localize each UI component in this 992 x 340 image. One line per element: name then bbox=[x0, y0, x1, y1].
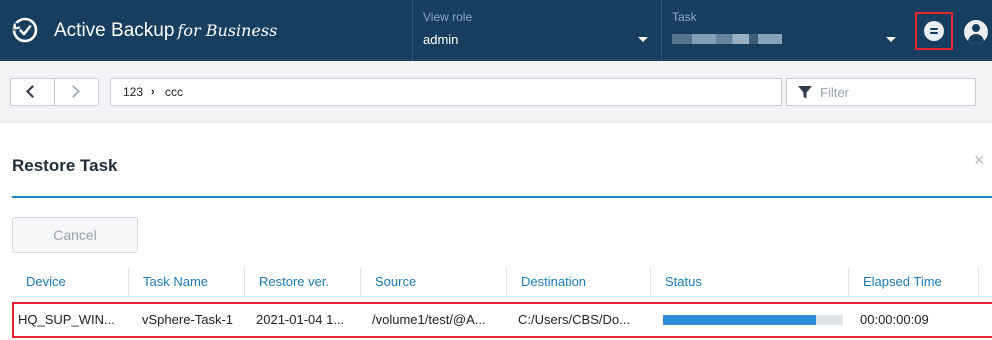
cancel-button[interactable]: Cancel bbox=[12, 217, 138, 253]
cell-restore-ver: 2021-01-04 1... bbox=[256, 312, 345, 327]
restore-task-dialog: Restore Task × Cancel Device Task Name R… bbox=[0, 140, 992, 340]
navigation-toolbar: 123 › ccc Filter bbox=[0, 61, 992, 123]
chevron-down-icon bbox=[886, 37, 896, 42]
table-header: Device Task Name Restore ver. Source Des… bbox=[12, 267, 992, 297]
status-progress-bar bbox=[663, 315, 843, 325]
column-header-task-name[interactable]: Task Name bbox=[128, 267, 208, 297]
view-role-value: admin bbox=[423, 32, 459, 47]
user-icon[interactable] bbox=[964, 20, 988, 44]
column-header-device[interactable]: Device bbox=[12, 267, 66, 297]
active-backup-logo-icon bbox=[12, 17, 38, 43]
history-nav-group bbox=[10, 78, 99, 106]
cell-source: /volume1/test/@A... bbox=[372, 312, 486, 327]
app-title: Active Backup for Business bbox=[54, 20, 277, 42]
task-select[interactable]: Task bbox=[661, 0, 909, 61]
filter-input[interactable]: Filter bbox=[786, 78, 976, 106]
column-header-source[interactable]: Source bbox=[360, 267, 416, 297]
back-button[interactable] bbox=[11, 79, 55, 105]
dialog-title: Restore Task bbox=[12, 156, 118, 175]
title-divider bbox=[12, 196, 992, 198]
task-value-blurred bbox=[672, 32, 782, 47]
column-header-status[interactable]: Status bbox=[650, 267, 702, 297]
breadcrumb-item[interactable]: ccc bbox=[165, 85, 183, 99]
column-header-restore-ver[interactable]: Restore ver. bbox=[244, 267, 329, 297]
cell-elapsed-time: 00:00:00:09 bbox=[860, 312, 929, 327]
close-icon[interactable]: × bbox=[974, 150, 985, 171]
table-row[interactable]: HQ_SUP_WIN... vSphere-Task-1 2021-01-04 … bbox=[12, 302, 992, 338]
breadcrumb-item[interactable]: 123 bbox=[123, 85, 143, 99]
view-role-select[interactable]: View role admin bbox=[412, 0, 661, 61]
progress-bar-fill bbox=[663, 315, 816, 325]
breadcrumb: 123 › ccc bbox=[110, 78, 782, 106]
messages-button[interactable] bbox=[915, 12, 953, 50]
forward-button[interactable] bbox=[55, 79, 99, 105]
column-header-destination[interactable]: Destination bbox=[506, 267, 586, 297]
message-icon bbox=[924, 21, 944, 41]
view-role-label: View role bbox=[423, 10, 473, 24]
chevron-down-icon bbox=[638, 37, 648, 42]
column-resize-handle[interactable] bbox=[978, 267, 992, 297]
cell-task-name: vSphere-Task-1 bbox=[142, 312, 234, 327]
breadcrumb-separator: › bbox=[151, 86, 155, 98]
chevron-right-icon bbox=[67, 85, 80, 98]
cell-device: HQ_SUP_WIN... bbox=[18, 312, 115, 327]
chevron-left-icon bbox=[26, 85, 39, 98]
app-title-suffix: for Business bbox=[177, 21, 278, 40]
filter-icon bbox=[798, 86, 812, 99]
task-label: Task bbox=[672, 10, 697, 24]
filter-placeholder: Filter bbox=[820, 85, 849, 100]
column-header-elapsed-time[interactable]: Elapsed Time bbox=[848, 267, 942, 297]
top-bar: Active Backup for Business View role admi… bbox=[0, 0, 992, 61]
app-title-main: Active Backup bbox=[54, 20, 175, 41]
cell-destination: C:/Users/CBS/Do... bbox=[518, 312, 630, 327]
